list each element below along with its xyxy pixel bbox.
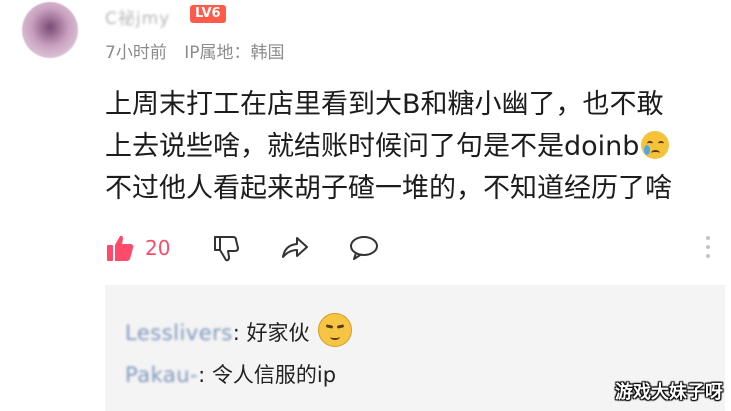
comment-line: 上去说些啥，就结账时候问了句是不是doinb: [105, 131, 640, 162]
squinting-face-icon: [317, 313, 352, 347]
username[interactable]: C祕jmy: [105, 4, 177, 29]
reply-button[interactable]: [348, 233, 380, 263]
comment-bubble-icon[interactable]: [348, 233, 380, 263]
crying-face-icon: [641, 131, 670, 159]
comment-actions: 20: [105, 229, 715, 269]
avatar[interactable]: [22, 2, 78, 58]
comment-body: 上周末打工在店里看到大B和糖小幽了，也不敢 上去说些啥，就结账时候问了句是不是d…: [105, 84, 715, 210]
thumbs-down-icon[interactable]: [211, 233, 241, 263]
vertical-ellipsis-icon[interactable]: [706, 236, 710, 263]
watermark: 游戏大妹子呀: [615, 382, 723, 403]
reply-author[interactable]: Pakau-: [125, 363, 198, 387]
reply-item[interactable]: Pakau-: 令人信服的ip: [125, 359, 336, 389]
share-button[interactable]: [279, 233, 311, 263]
comment-line: 不过他人看起来胡子碴一堆的，不知道经历了啥: [105, 173, 672, 204]
dislike-button[interactable]: [211, 233, 241, 263]
reply-item[interactable]: Lesslivers: 好家伙: [125, 313, 352, 347]
reply-text: 好家伙: [246, 321, 310, 345]
like-button[interactable]: 20: [105, 233, 170, 263]
reply-text: 令人信服的ip: [211, 363, 337, 387]
comment-time: 7小时前: [105, 43, 167, 63]
ip-location: IP属地：韩国: [184, 43, 285, 63]
reply-author[interactable]: Lesslivers: [125, 321, 233, 345]
share-arrow-icon[interactable]: [279, 233, 311, 263]
thumbs-up-icon[interactable]: [105, 233, 135, 263]
comment-line-with-emoji: 上去说些啥，就结账时候问了句是不是doinb: [105, 126, 715, 168]
comment-meta: 7小时前 IP属地：韩国: [105, 38, 297, 63]
level-badge: LV6: [190, 5, 226, 23]
like-count: 20: [145, 236, 171, 260]
comment-line: 上周末打工在店里看到大B和糖小幽了，也不敢: [105, 89, 664, 120]
